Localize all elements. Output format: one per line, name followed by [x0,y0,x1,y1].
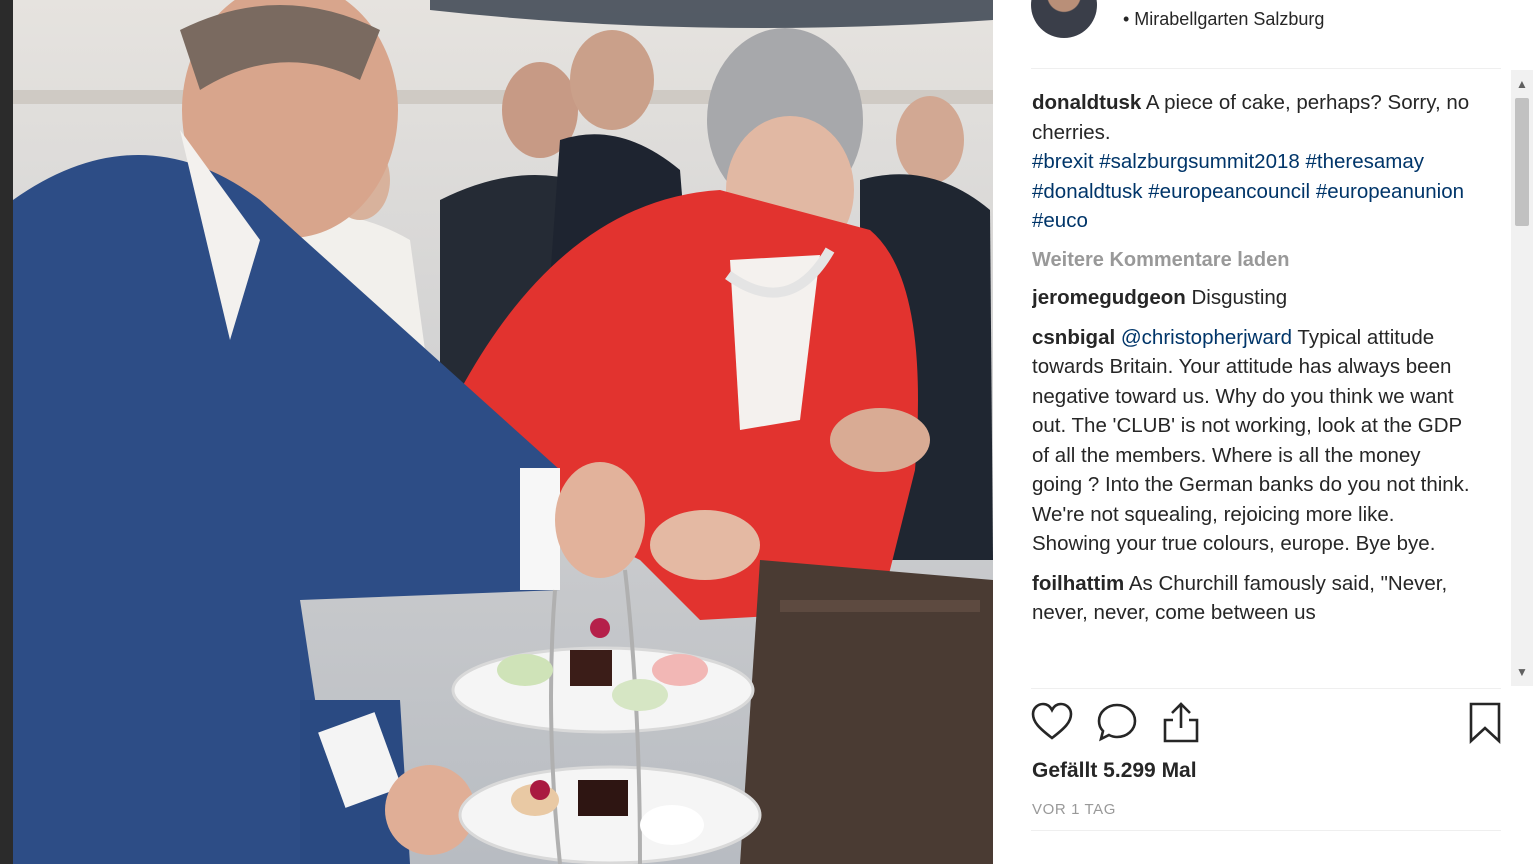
photo-illustration [0,0,993,864]
comments-list[interactable]: donaldtusk A piece of cake, perhaps? Sor… [1032,88,1472,688]
heart-icon[interactable] [1029,700,1075,746]
hashtag[interactable]: #euco [1032,209,1088,232]
comment-icon[interactable] [1094,700,1140,746]
post-sidebar: • Mirabellgarten Salzburg donaldtusk A p… [993,0,1536,864]
post-header: • Mirabellgarten Salzburg [993,0,1536,68]
post-photo [0,0,993,864]
caption: donaldtusk A piece of cake, perhaps? Sor… [1032,88,1472,236]
comment-item: csnbigal @christopherjward Typical attit… [1032,323,1472,559]
hashtag[interactable]: #europeanunion [1316,180,1464,203]
scrollbar-thumb[interactable] [1515,98,1529,226]
comment-username[interactable]: foilhattim [1032,572,1124,595]
share-icon[interactable] [1158,700,1204,746]
comment-item: foilhattim As Churchill famously said, "… [1032,569,1472,628]
post-timestamp[interactable]: VOR 1 TAG [1032,801,1116,818]
scroll-up-arrow-icon[interactable]: ▲ [1511,74,1533,94]
scroll-down-arrow-icon[interactable]: ▼ [1511,662,1533,682]
divider [1031,830,1501,831]
hashtag[interactable]: #brexit [1032,150,1094,173]
comment-username[interactable]: csnbigal [1032,326,1115,349]
location-link[interactable]: • Mirabellgarten Salzburg [1123,9,1324,30]
hashtag[interactable]: #donaldtusk [1032,180,1143,203]
hashtag[interactable]: #salzburgsummit2018 [1099,150,1300,173]
divider [1031,68,1501,69]
load-more-comments-button[interactable]: Weitere Kommentare laden [1032,246,1472,276]
bookmark-icon[interactable] [1462,700,1508,746]
comment-text: Disgusting [1191,286,1288,309]
comment-mention[interactable]: @christopherjward [1121,326,1292,349]
comment-item: jeromegudgeon Disgusting [1032,283,1472,313]
window-edge [0,0,13,864]
avatar[interactable] [1031,0,1097,38]
divider [1031,688,1501,689]
hashtag[interactable]: #europeancouncil [1148,180,1310,203]
caption-username[interactable]: donaldtusk [1032,91,1141,114]
hashtag[interactable]: #theresamay [1305,150,1424,173]
comment-username[interactable]: jeromegudgeon [1032,286,1186,309]
like-count[interactable]: Gefällt 5.299 Mal [1032,759,1197,783]
scrollbar[interactable]: ▲ ▼ [1511,70,1533,686]
comment-text: Typical attitude towards Britain. Your a… [1032,325,1470,556]
